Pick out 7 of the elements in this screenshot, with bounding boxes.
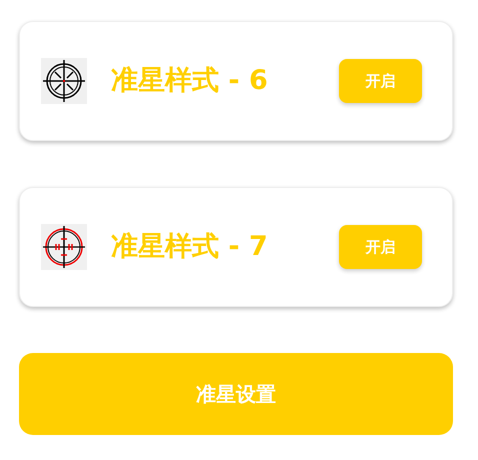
style-title: 准星样式 - 6	[111, 64, 269, 98]
crosshair-icon	[41, 224, 87, 270]
crosshair-icon	[41, 58, 87, 104]
crosshair-settings-button[interactable]: 准星设置	[19, 353, 453, 435]
enable-button[interactable]: 开启	[339, 59, 422, 103]
enable-button[interactable]: 开启	[339, 225, 422, 269]
style-title: 准星样式 - 7	[111, 230, 269, 264]
